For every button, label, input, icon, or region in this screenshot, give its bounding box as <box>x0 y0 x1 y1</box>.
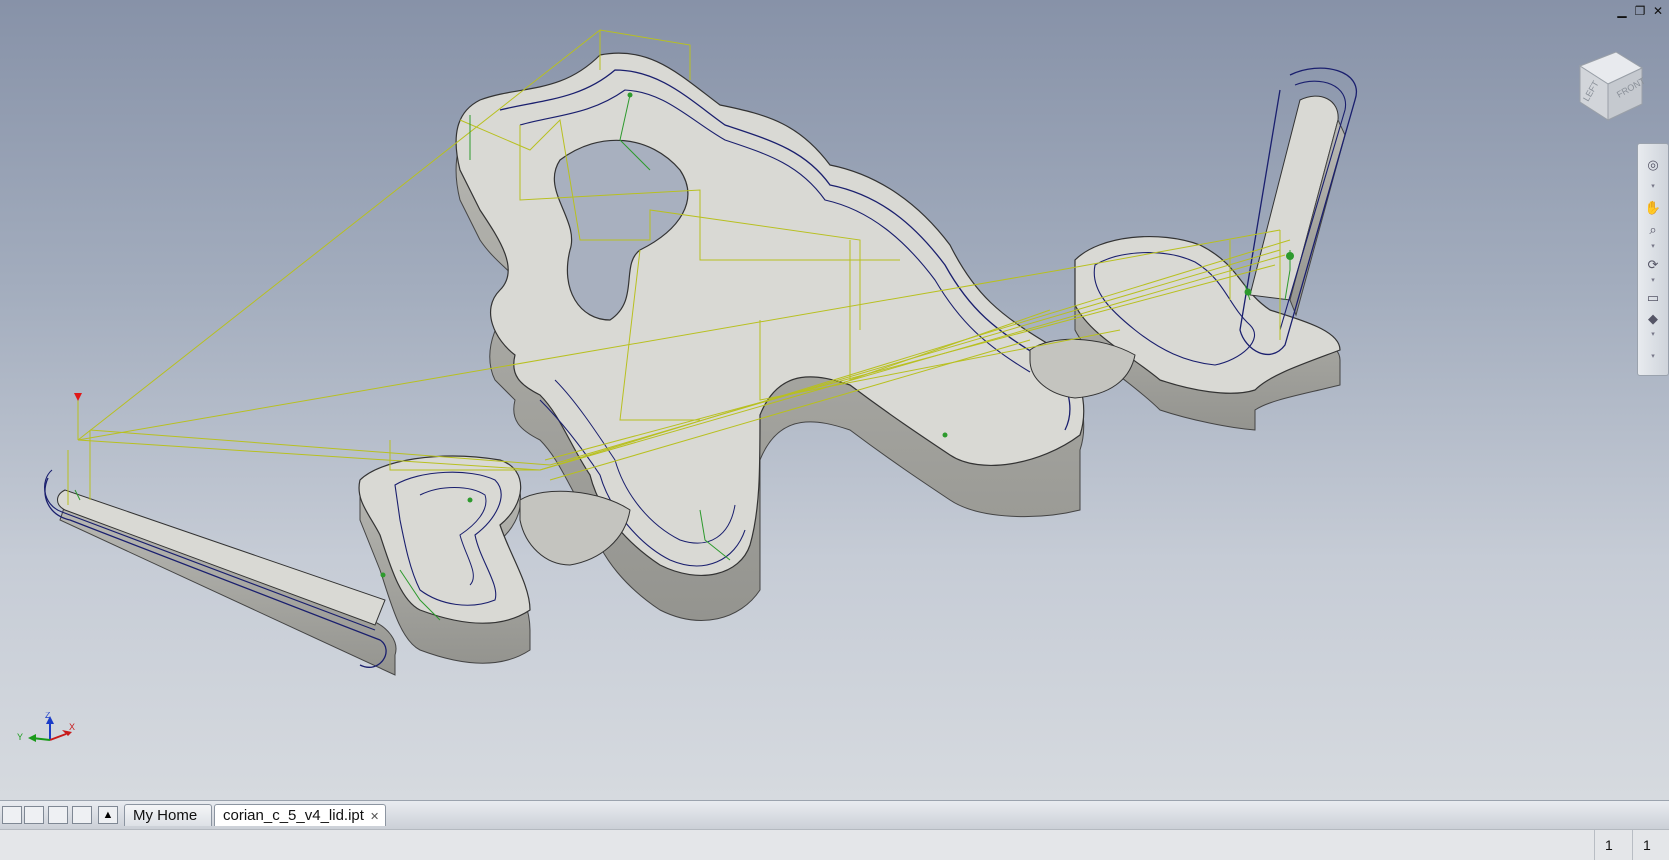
restore-icon[interactable]: ❐ <box>1632 4 1648 18</box>
axis-z-label: Z <box>45 712 51 720</box>
status-count-2: 1 <box>1632 830 1669 860</box>
orbit-icon[interactable]: ⟳ <box>1643 256 1663 274</box>
tile-windows-icon[interactable] <box>2 806 22 824</box>
pan-icon[interactable]: ✋ <box>1643 199 1663 217</box>
chevron-down-icon[interactable]: ▾ <box>1649 243 1657 250</box>
cam-model-scene[interactable] <box>0 0 1669 800</box>
chevron-down-icon[interactable]: ▾ <box>1649 183 1657 190</box>
horizontal-split-icon[interactable] <box>48 806 68 824</box>
viewcube[interactable]: FRONT LEFT <box>1572 44 1646 124</box>
close-icon[interactable]: ✕ <box>1650 4 1666 18</box>
part-left-arm[interactable] <box>44 469 397 676</box>
vertical-split-icon[interactable] <box>72 806 92 824</box>
axis-triad: Z X Y <box>17 712 75 742</box>
steering-wheel-icon[interactable]: ◎ <box>1643 156 1663 174</box>
look-at-icon[interactable]: ▭ <box>1643 289 1663 307</box>
document-tab-bar: ▲ My Home corian_c_5_v4_lid.ipt ✕ <box>0 800 1669 829</box>
close-tab-icon[interactable]: ✕ <box>370 811 379 823</box>
tool-start-marker <box>74 393 82 440</box>
tab-my-home[interactable]: My Home <box>124 804 212 826</box>
expand-up-icon[interactable]: ▲ <box>98 806 118 824</box>
navigation-bar: ◎ ▾ ✋ ⌕ ▾ ⟳ ▾ ▭ ◆ ▾ ▾ <box>1637 143 1669 376</box>
status-bar: 1 1 <box>0 829 1669 860</box>
graphics-viewport[interactable]: ▁ ❐ ✕ FRONT LEFT ◎ ▾ ✋ ⌕ ▾ ⟳ ▾ ▭ ◆ ▾ ▾ Z… <box>0 0 1669 800</box>
navbar-options-icon[interactable]: ▾ <box>1649 353 1657 360</box>
tab-label: corian_c_5_v4_lid.ipt <box>223 807 364 824</box>
axis-y-label: Y <box>17 732 23 742</box>
minimize-icon[interactable]: ▁ <box>1614 4 1630 18</box>
status-count-1: 1 <box>1594 830 1632 860</box>
chevron-down-icon[interactable]: ▾ <box>1649 331 1657 338</box>
chevron-down-icon[interactable]: ▾ <box>1649 277 1657 284</box>
zoom-icon[interactable]: ⌕ <box>1643 221 1663 239</box>
tab-document[interactable]: corian_c_5_v4_lid.ipt ✕ <box>214 804 386 826</box>
tab-label: My Home <box>133 807 198 824</box>
axis-x-label: X <box>69 722 75 732</box>
arrange-grid-icon[interactable] <box>24 806 44 824</box>
view-settings-icon[interactable]: ◆ <box>1643 310 1663 328</box>
